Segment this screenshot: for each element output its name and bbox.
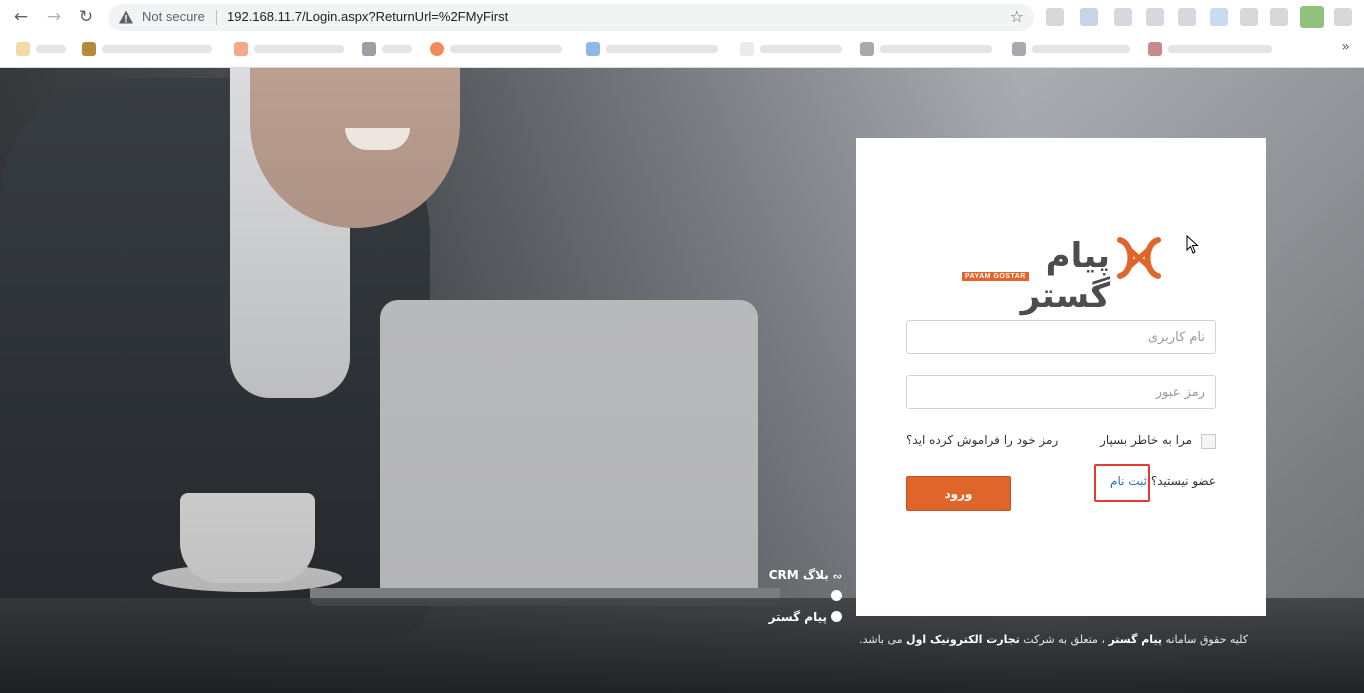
bookmark-icon [234,42,248,56]
login-card: پیام گستر PAYAM GOSTAR مرا به خاطر بسپار… [856,138,1266,616]
bookmark-item[interactable] [740,40,850,58]
bookmark-item[interactable] [234,40,352,58]
bookmark-icon [362,42,376,56]
bookmark-icon [860,42,874,56]
bookmark-icon [16,42,30,56]
extension-icon[interactable] [1114,8,1132,26]
password-input[interactable] [906,375,1216,409]
bookmark-icon [586,42,600,56]
help-icon [831,590,842,601]
logo-mark-icon [1117,237,1161,279]
rss-icon: ∾ [832,570,842,583]
menu-icon[interactable] [1334,8,1352,26]
bookmark-item[interactable] [860,40,1000,58]
remember-me[interactable]: مرا به خاطر بسپار [1100,432,1216,452]
star-icon[interactable]: ☆ [1010,7,1024,26]
security-label[interactable]: Not secure [142,9,205,24]
footer-links: ∾بلاگ CRM پیام گستر [740,568,842,631]
bookmarks-bar [0,35,1364,63]
register-highlight-box [1094,464,1150,502]
url-text[interactable]: 192.168.11.7/Login.aspx?ReturnUrl=%2FMyF… [227,9,508,24]
logo-subtext: PAYAM GOSTAR [962,272,1029,281]
not-member-label: عضو نیستید؟ [1150,474,1216,488]
globe-icon [831,611,842,622]
extension-icon[interactable] [1080,8,1098,26]
extension-icon[interactable] [1178,8,1196,26]
bookmark-icon [1148,42,1162,56]
username-input[interactable] [906,320,1216,354]
bookmark-icon [430,42,444,56]
bookmark-item[interactable] [16,40,71,58]
bookmark-item[interactable] [82,40,222,58]
forward-icon[interactable]: → [42,6,66,28]
address-separator [216,10,217,25]
extension-icon[interactable] [1146,8,1164,26]
more-bookmarks-icon[interactable]: » [1341,39,1350,55]
reload-icon[interactable]: ↻ [74,6,98,28]
profile-avatar[interactable] [1300,6,1324,28]
extension-icon[interactable] [1240,8,1258,26]
brand-logo: پیام گستر PAYAM GOSTAR [960,236,1164,316]
bookmark-icon [740,42,754,56]
bookmark-item[interactable] [1012,40,1138,58]
address-bar[interactable]: Not secure 192.168.11.7/Login.aspx?Retur… [108,4,1034,31]
remember-me-checkbox[interactable] [1201,434,1216,449]
website-link[interactable]: پیام گستر [740,610,842,631]
extension-icon[interactable] [1210,8,1228,26]
login-page: پیام گستر PAYAM GOSTAR مرا به خاطر بسپار… [0,68,1364,693]
browser-chrome: ← → ↻ Not secure 192.168.11.7/Login.aspx… [0,0,1364,68]
browser-toolbar: ← → ↻ Not secure 192.168.11.7/Login.aspx… [0,0,1364,34]
bookmark-icon [1012,42,1026,56]
forgot-password-link[interactable]: رمز خود را فراموش کرده اید؟ [906,433,1058,447]
login-button[interactable]: ورود [906,476,1011,511]
copyright-text: کلیه حقوق سامانه پیام گستر ، متعلق به شر… [859,633,1248,646]
extension-icon[interactable] [1046,8,1064,26]
bookmark-icon [82,42,96,56]
bookmark-item[interactable] [430,40,570,58]
bookmark-item[interactable] [362,40,420,58]
bookmark-item[interactable] [586,40,726,58]
extension-icon[interactable] [1270,8,1288,26]
back-icon[interactable]: ← [9,6,33,28]
warning-icon[interactable] [118,9,134,25]
remember-me-label[interactable]: مرا به خاطر بسپار [1100,433,1192,447]
help-link[interactable] [740,589,842,610]
mouse-cursor-icon [1186,235,1199,254]
bookmark-item[interactable] [1148,40,1280,58]
blog-link[interactable]: ∾بلاگ CRM [740,568,842,589]
